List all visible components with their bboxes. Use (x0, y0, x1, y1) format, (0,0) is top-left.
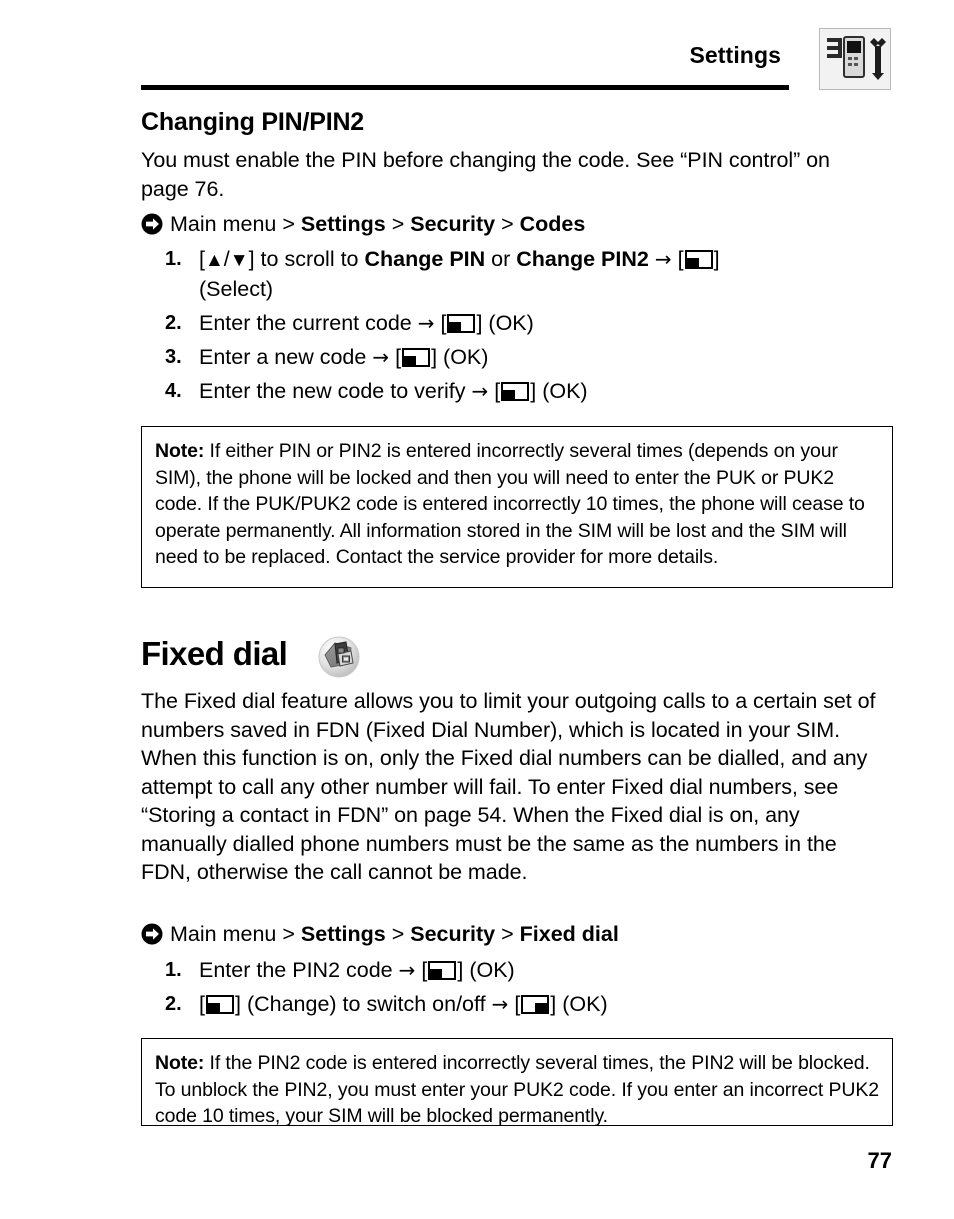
down-arrow-icon: ▼ (229, 250, 249, 271)
bracket-open: [ (395, 345, 402, 369)
soft-key-ok-icon (501, 382, 530, 401)
nav-separator-3: > (501, 922, 514, 946)
step-text-or: or (485, 247, 517, 271)
bracket-close: ] (550, 992, 557, 1016)
section1-step-list: 1. [▲/▼] to scroll to Change PIN or Chan… (141, 245, 901, 411)
nav-prefix: Main menu (170, 922, 277, 946)
right-arrow-icon: → (654, 247, 672, 271)
soft-key-change-icon (205, 995, 234, 1014)
bracket-close: ] (234, 992, 241, 1016)
step-number: 3. (165, 346, 182, 368)
page-header: Settings (141, 28, 891, 90)
soft-key-ok-icon (428, 961, 457, 980)
nav-arrow-icon (141, 213, 163, 242)
step-text: Enter the PIN2 code (199, 958, 393, 982)
nav-separator-2: > (391, 212, 405, 236)
right-arrow-icon: → (398, 958, 416, 982)
nav-arrow-icon (141, 923, 163, 952)
step-number: 2. (165, 993, 182, 1015)
bracket-open: [ (199, 992, 205, 1016)
section2-body-text: The Fixed dial feature allows you to lim… (141, 689, 876, 884)
nav-separator-1: > (282, 922, 295, 946)
note-text: If the PIN2 code is entered incorrectly … (155, 1052, 879, 1127)
step-item: 2. Enter the current code → [] (OK) (141, 309, 901, 338)
manual-page: Settings Changing PIN/PIN2 You must enab… (0, 0, 954, 1219)
up-arrow-icon: ▲ (204, 250, 224, 271)
soft-key-ok-icon (447, 314, 476, 333)
nav-path-codes: Main menu > Settings > Security > Codes (141, 211, 585, 242)
nav-prefix: Main menu (170, 212, 277, 236)
bracket-close: ] (713, 247, 720, 271)
soft-key-ok-icon (521, 995, 550, 1014)
header-divider (141, 85, 789, 90)
right-arrow-icon: → (372, 345, 390, 369)
soft-key-select-icon (684, 250, 713, 269)
note-box-pin2: Note: If the PIN2 code is entered incorr… (141, 1038, 893, 1127)
nav-crumb-settings: Settings (300, 212, 386, 236)
section-heading-changing-pin: Changing PIN/PIN2 (141, 108, 365, 136)
step-number: 1. (165, 959, 182, 981)
step-number: 2. (165, 312, 182, 334)
nav-path-fixed-dial: Main menu > Settings > Security > Fixed … (141, 921, 619, 952)
bracket-open: [ (440, 311, 447, 335)
step-item: 4. Enter the new code to verify → [] (OK… (141, 377, 901, 406)
step-number: 4. (165, 380, 182, 402)
step-item: 2. [] (Change) to switch on/off → [] (OK… (141, 990, 901, 1019)
bracket-open: [ (494, 379, 501, 403)
bracket-open: [ (677, 247, 684, 271)
section-heading-fixed-dial: Fixed dial (141, 635, 288, 672)
note-label: Note: (155, 1052, 205, 1074)
nav-separator-2: > (391, 922, 405, 946)
step-label-ok: (OK) (443, 345, 489, 369)
step-number: 1. (165, 248, 182, 270)
section2-step-list: 1. Enter the PIN2 code → [] (OK) 2. [] (… (141, 956, 901, 1024)
nav-crumb-settings: Settings (300, 922, 386, 946)
bracket-close: ] (457, 958, 464, 982)
step-label-ok: (OK) (542, 379, 588, 403)
bracket-close: ] (431, 345, 438, 369)
step-bold-change-pin2: Change PIN2 (516, 247, 649, 271)
step-item: 1. [▲/▼] to scroll to Change PIN or Chan… (141, 245, 901, 304)
bracket-open: [ (514, 992, 521, 1016)
section1-intro-text: You must enable the PIN before changing … (141, 148, 830, 201)
page-number: 77 (867, 1148, 892, 1173)
nav-crumb-security: Security (410, 922, 496, 946)
nav-separator-3: > (501, 212, 514, 236)
note-label: Note: (155, 440, 205, 462)
page-title: Settings (689, 42, 781, 68)
right-arrow-icon: → (491, 992, 509, 1016)
note-box-pin: Note: If either PIN or PIN2 is entered i… (141, 426, 893, 588)
step-text: Enter the current code (199, 311, 412, 335)
nav-separator-1: > (282, 212, 295, 236)
step-label-select: (Select) (199, 277, 274, 301)
step-label-ok: (OK) (562, 992, 608, 1016)
step-label-change: (Change) to switch on/off (246, 992, 486, 1016)
step-item: 3. Enter a new code → [] (OK) (141, 343, 901, 372)
step-text: ] to scroll to (248, 247, 365, 271)
step-label-ok: (OK) (469, 958, 515, 982)
right-arrow-icon: → (417, 311, 435, 335)
soft-key-ok-icon (402, 348, 431, 367)
step-item: 1. Enter the PIN2 code → [] (OK) (141, 956, 901, 985)
nav-crumb-codes: Codes (519, 212, 586, 236)
step-text: Enter a new code (199, 345, 367, 369)
fixed-dial-sim-badge-icon (318, 636, 360, 678)
bracket-close: ] (476, 311, 483, 335)
nav-crumb-security: Security (410, 212, 496, 236)
note-text: If either PIN or PIN2 is entered incorre… (155, 440, 865, 568)
bracket-close: ] (530, 379, 537, 403)
nav-crumb-fixed-dial: Fixed dial (519, 922, 619, 946)
settings-phone-wrench-icon (819, 28, 891, 90)
step-label-ok: (OK) (488, 311, 534, 335)
step-bold-change-pin: Change PIN (364, 247, 486, 271)
bracket-open: [ (421, 958, 428, 982)
step-text: Enter the new code to verify (199, 379, 466, 403)
right-arrow-icon: → (471, 379, 489, 403)
